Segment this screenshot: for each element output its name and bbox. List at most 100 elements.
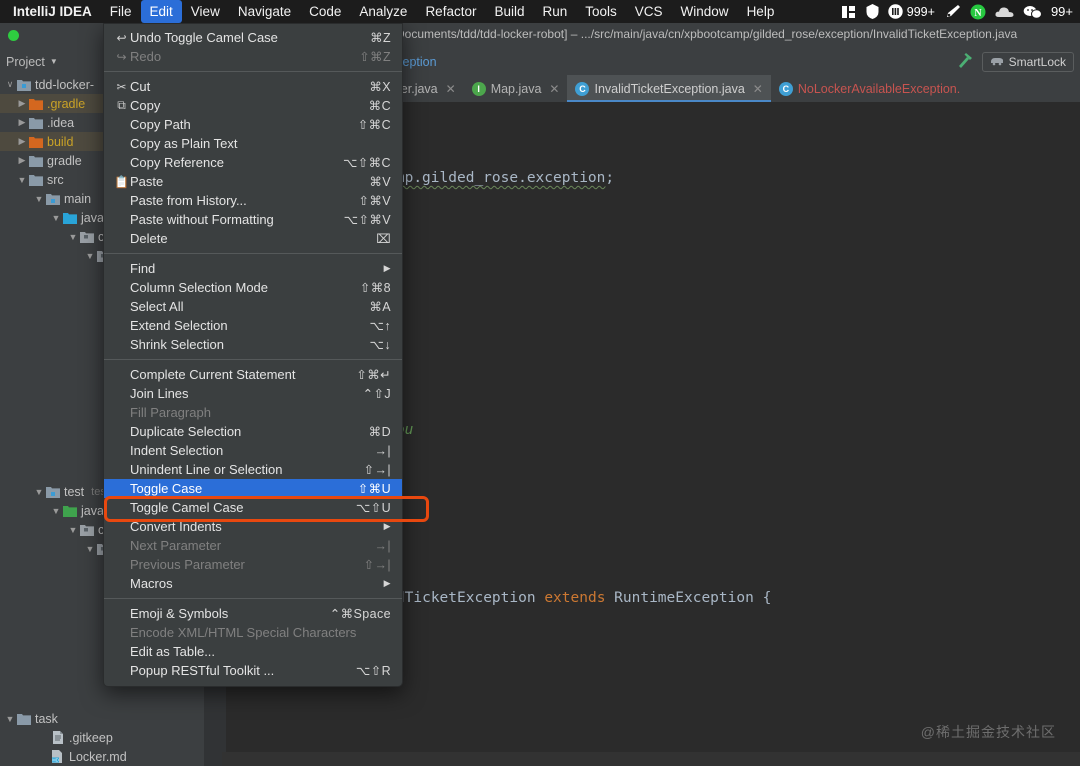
menu-item-label: Paste: [130, 174, 164, 189]
folder-icon: [28, 117, 43, 129]
close-icon[interactable]: ✕: [446, 82, 456, 96]
chevron-down-icon[interactable]: ▼: [67, 232, 79, 242]
menu-item-join-lines[interactable]: Join Lines ⌃⇧J: [104, 384, 402, 403]
menu-item-unindent-line-or-selection[interactable]: Unindent Line or Selection ⇧→|: [104, 460, 402, 479]
class-icon: C: [778, 81, 793, 96]
menu-item-copy[interactable]: ⧉ Copy ⌘C: [104, 96, 402, 115]
menu-item-shortcut: ⇧⌘U: [357, 482, 391, 496]
watermark: @稀土掘金技术社区: [920, 724, 1056, 740]
menu-item-fill-paragraph: Fill Paragraph: [104, 403, 402, 422]
test-root-icon: [45, 486, 60, 498]
menu-item-select-all[interactable]: Select All ⌘A: [104, 297, 402, 316]
close-icon[interactable]: ✕: [753, 82, 763, 96]
chevron-right-icon[interactable]: ▶: [16, 117, 28, 128]
menu-item-indent-selection[interactable]: Indent Selection →|: [104, 441, 402, 460]
menu-item-label: Paste from History...: [130, 193, 247, 208]
project-combo-label[interactable]: Project: [6, 55, 45, 69]
menu-item-popup-restful-toolkit[interactable]: Popup RESTful Toolkit ... ⌥⇧R: [104, 661, 402, 680]
layout-icon[interactable]: [841, 5, 857, 19]
menu-item-label: Indent Selection: [130, 443, 224, 458]
menu-item-extend-selection[interactable]: Extend Selection ⌥↑: [104, 316, 402, 335]
menubar-item-view[interactable]: View: [182, 0, 229, 23]
menu-item-copy-path[interactable]: Copy Path ⇧⌘C: [104, 115, 402, 134]
menubar-item-code[interactable]: Code: [300, 0, 350, 23]
menu-item-paste-without-formatting[interactable]: Paste without Formatting ⌥⇧⌘V: [104, 210, 402, 229]
menubar-item-tools[interactable]: Tools: [576, 0, 626, 23]
menu-item-shrink-selection[interactable]: Shrink Selection ⌥↓: [104, 335, 402, 354]
menu-item-previous-parameter: Previous Parameter ⇧→|: [104, 555, 402, 574]
menu-item-toggle-camel-case[interactable]: Toggle Camel Case ⌥⇧U: [104, 498, 402, 517]
chevron-down-icon[interactable]: ▼: [84, 251, 96, 261]
menu-item-redo: ↪ Redo ⇧⌘Z: [104, 47, 402, 66]
menu-item-label: Edit as Table...: [130, 644, 216, 659]
shield-icon[interactable]: [866, 4, 879, 19]
menu-item-find[interactable]: Find ▶: [104, 259, 402, 278]
menu-item-complete-current-statement[interactable]: Complete Current Statement ⇧⌘↵: [104, 365, 402, 384]
hammer-icon[interactable]: [956, 51, 974, 72]
editor-tab-nolockeravailableexception[interactable]: C NoLockerAvailableException.: [771, 75, 968, 102]
run-configuration-selector[interactable]: SmartLock: [981, 51, 1074, 72]
chevron-down-icon[interactable]: ▼: [67, 525, 79, 535]
netease-icon[interactable]: N: [970, 4, 986, 20]
menu-item-copy-as-plain-text[interactable]: Copy as Plain Text: [104, 134, 402, 153]
menu-item-paste-from-history[interactable]: Paste from History... ⇧⌘V: [104, 191, 402, 210]
menu-item-edit-as-table[interactable]: Edit as Table...: [104, 642, 402, 661]
menubar-item-vcs[interactable]: VCS: [626, 0, 672, 23]
folder-icon: [28, 155, 43, 167]
tree-label: java: [81, 503, 104, 518]
menubar-item-help[interactable]: Help: [738, 0, 784, 23]
intention-bulb-icon[interactable]: [246, 759, 260, 766]
menubar-app-name[interactable]: IntelliJ IDEA: [4, 0, 101, 23]
menubar-item-edit[interactable]: Edit: [140, 0, 182, 23]
menubar-item-run[interactable]: Run: [534, 0, 577, 23]
menu-item-column-selection-mode[interactable]: Column Selection Mode ⇧⌘8: [104, 278, 402, 297]
menubar-item-analyze[interactable]: Analyze: [350, 0, 416, 23]
menubar-item-navigate[interactable]: Navigate: [229, 0, 300, 23]
menubar-item-window[interactable]: Window: [672, 0, 738, 23]
tree-row-gitkeep[interactable]: .gitkeep: [0, 728, 204, 747]
chevron-right-icon[interactable]: ▶: [16, 155, 28, 166]
rocket-icon[interactable]: [944, 4, 961, 19]
menu-item-undo[interactable]: ↩ Undo Toggle Camel Case ⌘Z: [104, 28, 402, 47]
close-icon[interactable]: ✕: [549, 82, 559, 96]
editor-tab-map[interactable]: I Map.java ✕: [464, 75, 568, 102]
editor-tab-invalidticketexception[interactable]: C InvalidTicketException.java ✕: [567, 75, 772, 102]
menubar-item-build[interactable]: Build: [485, 0, 533, 23]
tree-row-locker-md[interactable]: MD Locker.md: [0, 747, 204, 766]
menu-item-copy-reference[interactable]: Copy Reference ⌥⇧⌘C: [104, 153, 402, 172]
menu-item-label: Next Parameter: [130, 538, 222, 553]
window-controls[interactable]: [8, 30, 19, 41]
menu-item-convert-indents[interactable]: Convert Indents ▶: [104, 517, 402, 536]
chevron-down-icon[interactable]: ▼: [33, 487, 45, 497]
menu-item-macros[interactable]: Macros ▶: [104, 574, 402, 593]
menu-item-paste[interactable]: 📋 Paste ⌘V: [104, 172, 402, 191]
menu-item-delete[interactable]: Delete ⌧: [104, 229, 402, 248]
menu-item-label: Copy: [130, 98, 161, 113]
chevron-down-icon[interactable]: ∨: [4, 79, 16, 90]
tree-label: gradle: [47, 153, 82, 168]
cloud-icon[interactable]: [995, 6, 1014, 18]
menu-item-cut[interactable]: ✂ Cut ⌘X: [104, 77, 402, 96]
tree-label: src: [47, 172, 64, 187]
folder-orange-icon: [28, 136, 43, 148]
menu-item-duplicate-selection[interactable]: Duplicate Selection ⌘D: [104, 422, 402, 441]
menu-item-label: Copy Reference: [130, 155, 224, 170]
scissors-icon: ✂: [116, 79, 127, 94]
menu-item-label: Previous Parameter: [130, 557, 245, 572]
chevron-down-icon[interactable]: ▼: [84, 544, 96, 554]
menu-item-emoji-symbols[interactable]: Emoji & Symbols ⌃⌘Space: [104, 604, 402, 623]
wechat-icon[interactable]: [1023, 5, 1042, 19]
chevron-down-icon[interactable]: ▼: [33, 194, 45, 204]
dingtalk-icon[interactable]: 999+: [888, 4, 935, 19]
chevron-down-icon[interactable]: ▼: [50, 213, 62, 223]
chevron-down-icon[interactable]: ▼: [50, 57, 58, 66]
tree-row-task[interactable]: ▼ task: [0, 709, 204, 728]
chevron-down-icon[interactable]: ▼: [16, 175, 28, 185]
chevron-right-icon[interactable]: ▶: [16, 136, 28, 147]
menubar-item-refactor[interactable]: Refactor: [416, 0, 485, 23]
chevron-right-icon[interactable]: ▶: [16, 98, 28, 109]
chevron-down-icon[interactable]: ▼: [4, 714, 16, 724]
menu-item-toggle-case[interactable]: Toggle Case ⇧⌘U: [104, 479, 402, 498]
menubar-item-file[interactable]: File: [101, 0, 141, 23]
chevron-down-icon[interactable]: ▼: [50, 506, 62, 516]
